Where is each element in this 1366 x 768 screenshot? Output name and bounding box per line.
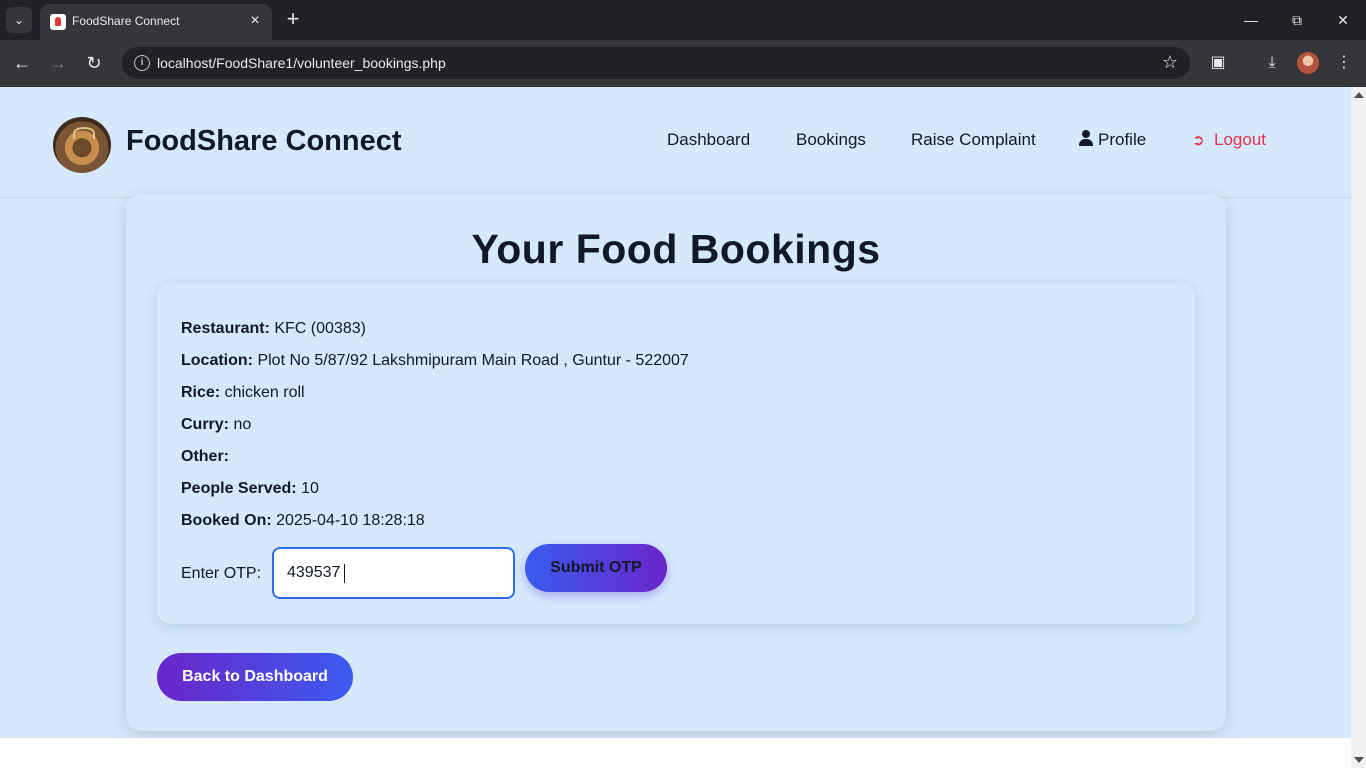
bookings-card: Your Food Bookings Restaurant: KFC (0038… [126,194,1226,731]
web-page: FoodShare Connect Dashboard Bookings Rai… [0,87,1351,738]
download-icon[interactable]: ⤓ [1259,50,1285,76]
browser-toolbar: ← → ↻ i localhost/FoodShare1/volunteer_b… [0,40,1366,87]
window-close-icon[interactable]: ✕ [1320,0,1366,40]
page-bottom-area [0,738,1351,768]
scroll-down-arrow-icon[interactable] [1354,757,1364,763]
booked-on-label: Booked On: [181,512,272,529]
tab-title: FoodShare Connect [72,14,180,28]
url-text[interactable]: localhost/FoodShare1/volunteer_bookings.… [157,55,446,71]
nav-dashboard[interactable]: Dashboard [667,130,750,150]
people-served-field: People Served: 10 [181,480,319,498]
bookmark-star-icon[interactable]: ☆ [1162,52,1178,73]
booked-on-field: Booked On: 2025-04-10 18:28:18 [181,512,425,530]
tab-list-chevron-icon[interactable]: ⌄ [6,7,32,33]
submit-otp-button[interactable]: Submit OTP [525,544,667,592]
minimize-icon[interactable]: — [1228,0,1274,40]
restaurant-label: Restaurant: [181,320,270,337]
nav-logout[interactable]: ➲ Logout [1192,130,1266,150]
other-field: Other: [181,448,229,466]
booked-on-value: 2025-04-10 18:28:18 [276,512,425,529]
nav-profile[interactable]: Profile [1079,130,1146,150]
booking-item: Restaurant: KFC (00383) Location: Plot N… [157,283,1195,624]
people-served-label: People Served: [181,480,297,497]
location-label: Location: [181,352,253,369]
nav-bookings[interactable]: Bookings [796,130,866,150]
rice-field: Rice: chicken roll [181,384,305,402]
otp-label: Enter OTP: [181,565,262,582]
logout-icon: ➲ [1192,132,1205,149]
reload-icon[interactable]: ↻ [81,50,107,76]
restore-icon[interactable]: ⧉ [1274,0,1320,40]
address-bar[interactable]: i localhost/FoodShare1/volunteer_booking… [122,47,1190,79]
rice-value: chicken roll [224,384,305,401]
back-to-dashboard-button[interactable]: Back to Dashboard [157,653,353,701]
text-caret [344,564,345,583]
curry-field: Curry: no [181,416,251,434]
nav-profile-label: Profile [1098,130,1147,149]
location-field: Location: Plot No 5/87/92 Lakshmipuram M… [181,352,689,370]
curry-value: no [233,416,252,433]
forward-arrow-icon[interactable]: → [45,50,71,76]
favicon-icon [50,14,66,30]
other-label: Other: [181,448,229,465]
new-tab-button[interactable]: + [282,8,304,30]
nav-raise-complaint[interactable]: Raise Complaint [911,130,1036,150]
page-scrollbar[interactable] [1351,87,1366,768]
restaurant-field: Restaurant: KFC (00383) [181,320,366,338]
location-value: Plot No 5/87/92 Lakshmipuram Main Road ,… [257,352,689,369]
profile-avatar[interactable] [1297,52,1319,74]
rice-label: Rice: [181,384,221,401]
menu-dots-icon[interactable]: ⋮ [1331,50,1357,76]
browser-tabbar: ⌄ FoodShare Connect × + — ⧉ ✕ [0,0,1366,40]
browser-tab[interactable]: FoodShare Connect × [40,4,272,40]
otp-input[interactable] [272,547,515,599]
scroll-up-arrow-icon[interactable] [1354,92,1364,98]
site-header: FoodShare Connect Dashboard Bookings Rai… [0,87,1351,198]
site-logo[interactable] [53,117,111,173]
curry-label: Curry: [181,416,230,433]
extensions-icon[interactable]: ▣ [1205,50,1231,76]
back-arrow-icon[interactable]: ← [9,50,35,76]
page-title: Your Food Bookings [471,226,881,272]
brand-name[interactable]: FoodShare Connect [126,125,402,158]
user-icon [1079,130,1093,146]
site-info-icon[interactable]: i [134,55,150,71]
nav-logout-label: Logout [1214,130,1266,149]
people-served-value: 10 [301,480,319,497]
tab-close-icon[interactable]: × [246,12,264,30]
restaurant-value: KFC (00383) [274,320,366,337]
